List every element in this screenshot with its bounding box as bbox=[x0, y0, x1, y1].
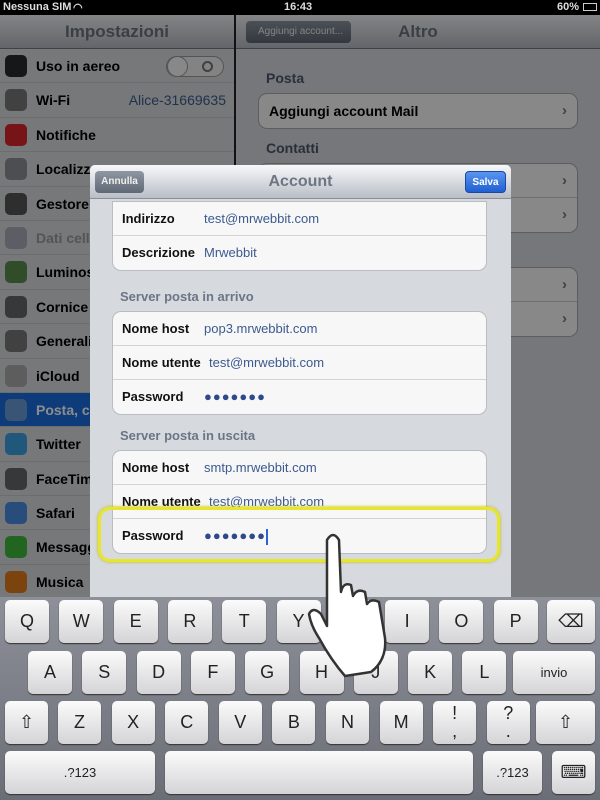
description-field[interactable]: Descrizione Mrwebbit bbox=[113, 236, 486, 270]
space-key[interactable] bbox=[165, 751, 473, 794]
key-2[interactable]: C bbox=[165, 701, 209, 744]
incoming-group: Nome host pop3.mrwebbit.com Nome utente te… bbox=[112, 311, 487, 415]
key-d[interactable]: D bbox=[136, 651, 181, 694]
field-label: Descrizione bbox=[122, 245, 195, 260]
battery-icon bbox=[583, 3, 597, 11]
key-f[interactable]: F bbox=[190, 651, 235, 694]
highlight-ring bbox=[98, 507, 500, 562]
field-label: Nome utente bbox=[122, 355, 201, 370]
key-q[interactable]: Q bbox=[5, 600, 49, 643]
address-field[interactable]: Indirizzo test@mrwebbit.com bbox=[113, 202, 486, 236]
field-label: Nome host bbox=[122, 460, 190, 475]
key-5[interactable]: N bbox=[326, 701, 369, 744]
wifi-icon: ◠ bbox=[73, 2, 83, 14]
numbers-key[interactable]: .?123 bbox=[5, 751, 155, 794]
carrier: Nessuna SIM bbox=[3, 1, 72, 13]
field-label: Indirizzo bbox=[122, 211, 175, 226]
numbers-key-right[interactable]: .?123 bbox=[483, 751, 542, 794]
key-o[interactable]: O bbox=[439, 600, 484, 643]
key-p[interactable]: P bbox=[493, 600, 538, 643]
incoming-password-field[interactable]: Password ●●●●●●● bbox=[113, 380, 486, 414]
key-s[interactable]: S bbox=[82, 651, 127, 694]
key-r[interactable]: R bbox=[167, 600, 212, 643]
key-w[interactable]: W bbox=[59, 600, 104, 643]
hide-keyboard-key[interactable]: ⌨ bbox=[552, 751, 595, 794]
enter-key[interactable]: invio bbox=[513, 651, 595, 694]
key-k[interactable]: K bbox=[408, 651, 453, 694]
incoming-username-field[interactable]: Nome utente test@mrwebbit.com bbox=[113, 346, 486, 380]
key-4[interactable]: B bbox=[272, 701, 316, 744]
key-e[interactable]: E bbox=[113, 600, 158, 643]
keyboard: QWERTYUIOP⌫ASDFGHJKLinvio⇧ZXCVBNM! ,? .⇧… bbox=[0, 597, 600, 800]
key-7[interactable]: ! , bbox=[433, 701, 477, 744]
key-l[interactable]: L bbox=[462, 651, 507, 694]
key-t[interactable]: T bbox=[222, 600, 267, 643]
field-value: smtp.mrwebbit.com bbox=[204, 460, 317, 475]
modal-title: Account bbox=[268, 173, 333, 190]
incoming-header: Server posta in arrivo bbox=[120, 289, 254, 304]
key-a[interactable]: A bbox=[28, 651, 72, 694]
battery-level: 60% bbox=[557, 1, 580, 13]
field-value: Mrwebbit bbox=[204, 245, 257, 260]
field-label: Nome host bbox=[122, 321, 190, 336]
shift-key-right[interactable]: ⇧ bbox=[536, 701, 595, 744]
key-g[interactable]: G bbox=[245, 651, 290, 694]
field-value: test@mrwebbit.com bbox=[209, 355, 325, 370]
outgoing-host-field[interactable]: Nome host smtp.mrwebbit.com bbox=[113, 451, 486, 485]
field-value: ●●●●●●● bbox=[204, 389, 266, 404]
outgoing-header: Server posta in uscita bbox=[120, 428, 256, 443]
clock: 16:43 bbox=[284, 1, 313, 13]
pointing-hand-icon bbox=[307, 533, 387, 678]
cancel-button[interactable]: Annulla bbox=[95, 171, 144, 193]
key-3[interactable]: V bbox=[218, 701, 262, 744]
modal-header: Annulla Account Salva bbox=[90, 165, 511, 199]
field-value: test@mrwebbit.com bbox=[204, 211, 320, 226]
backspace-key[interactable]: ⌫ bbox=[547, 600, 595, 643]
key-0[interactable]: Z bbox=[58, 701, 101, 744]
account-group: Indirizzo test@mrwebbit.com Descrizione Mr… bbox=[112, 201, 487, 271]
key-1[interactable]: X bbox=[111, 701, 155, 744]
field-value: pop3.mrwebbit.com bbox=[204, 321, 318, 336]
field-label: Password bbox=[122, 389, 184, 404]
shift-key[interactable]: ⇧ bbox=[5, 701, 48, 744]
key-6[interactable]: M bbox=[379, 701, 423, 744]
incoming-host-field[interactable]: Nome host pop3.mrwebbit.com bbox=[113, 312, 486, 346]
key-8[interactable]: ? . bbox=[486, 701, 530, 744]
status-bar: Nessuna SIM ◠ 16:43 60% bbox=[0, 0, 600, 15]
save-button[interactable]: Salva bbox=[465, 171, 506, 193]
